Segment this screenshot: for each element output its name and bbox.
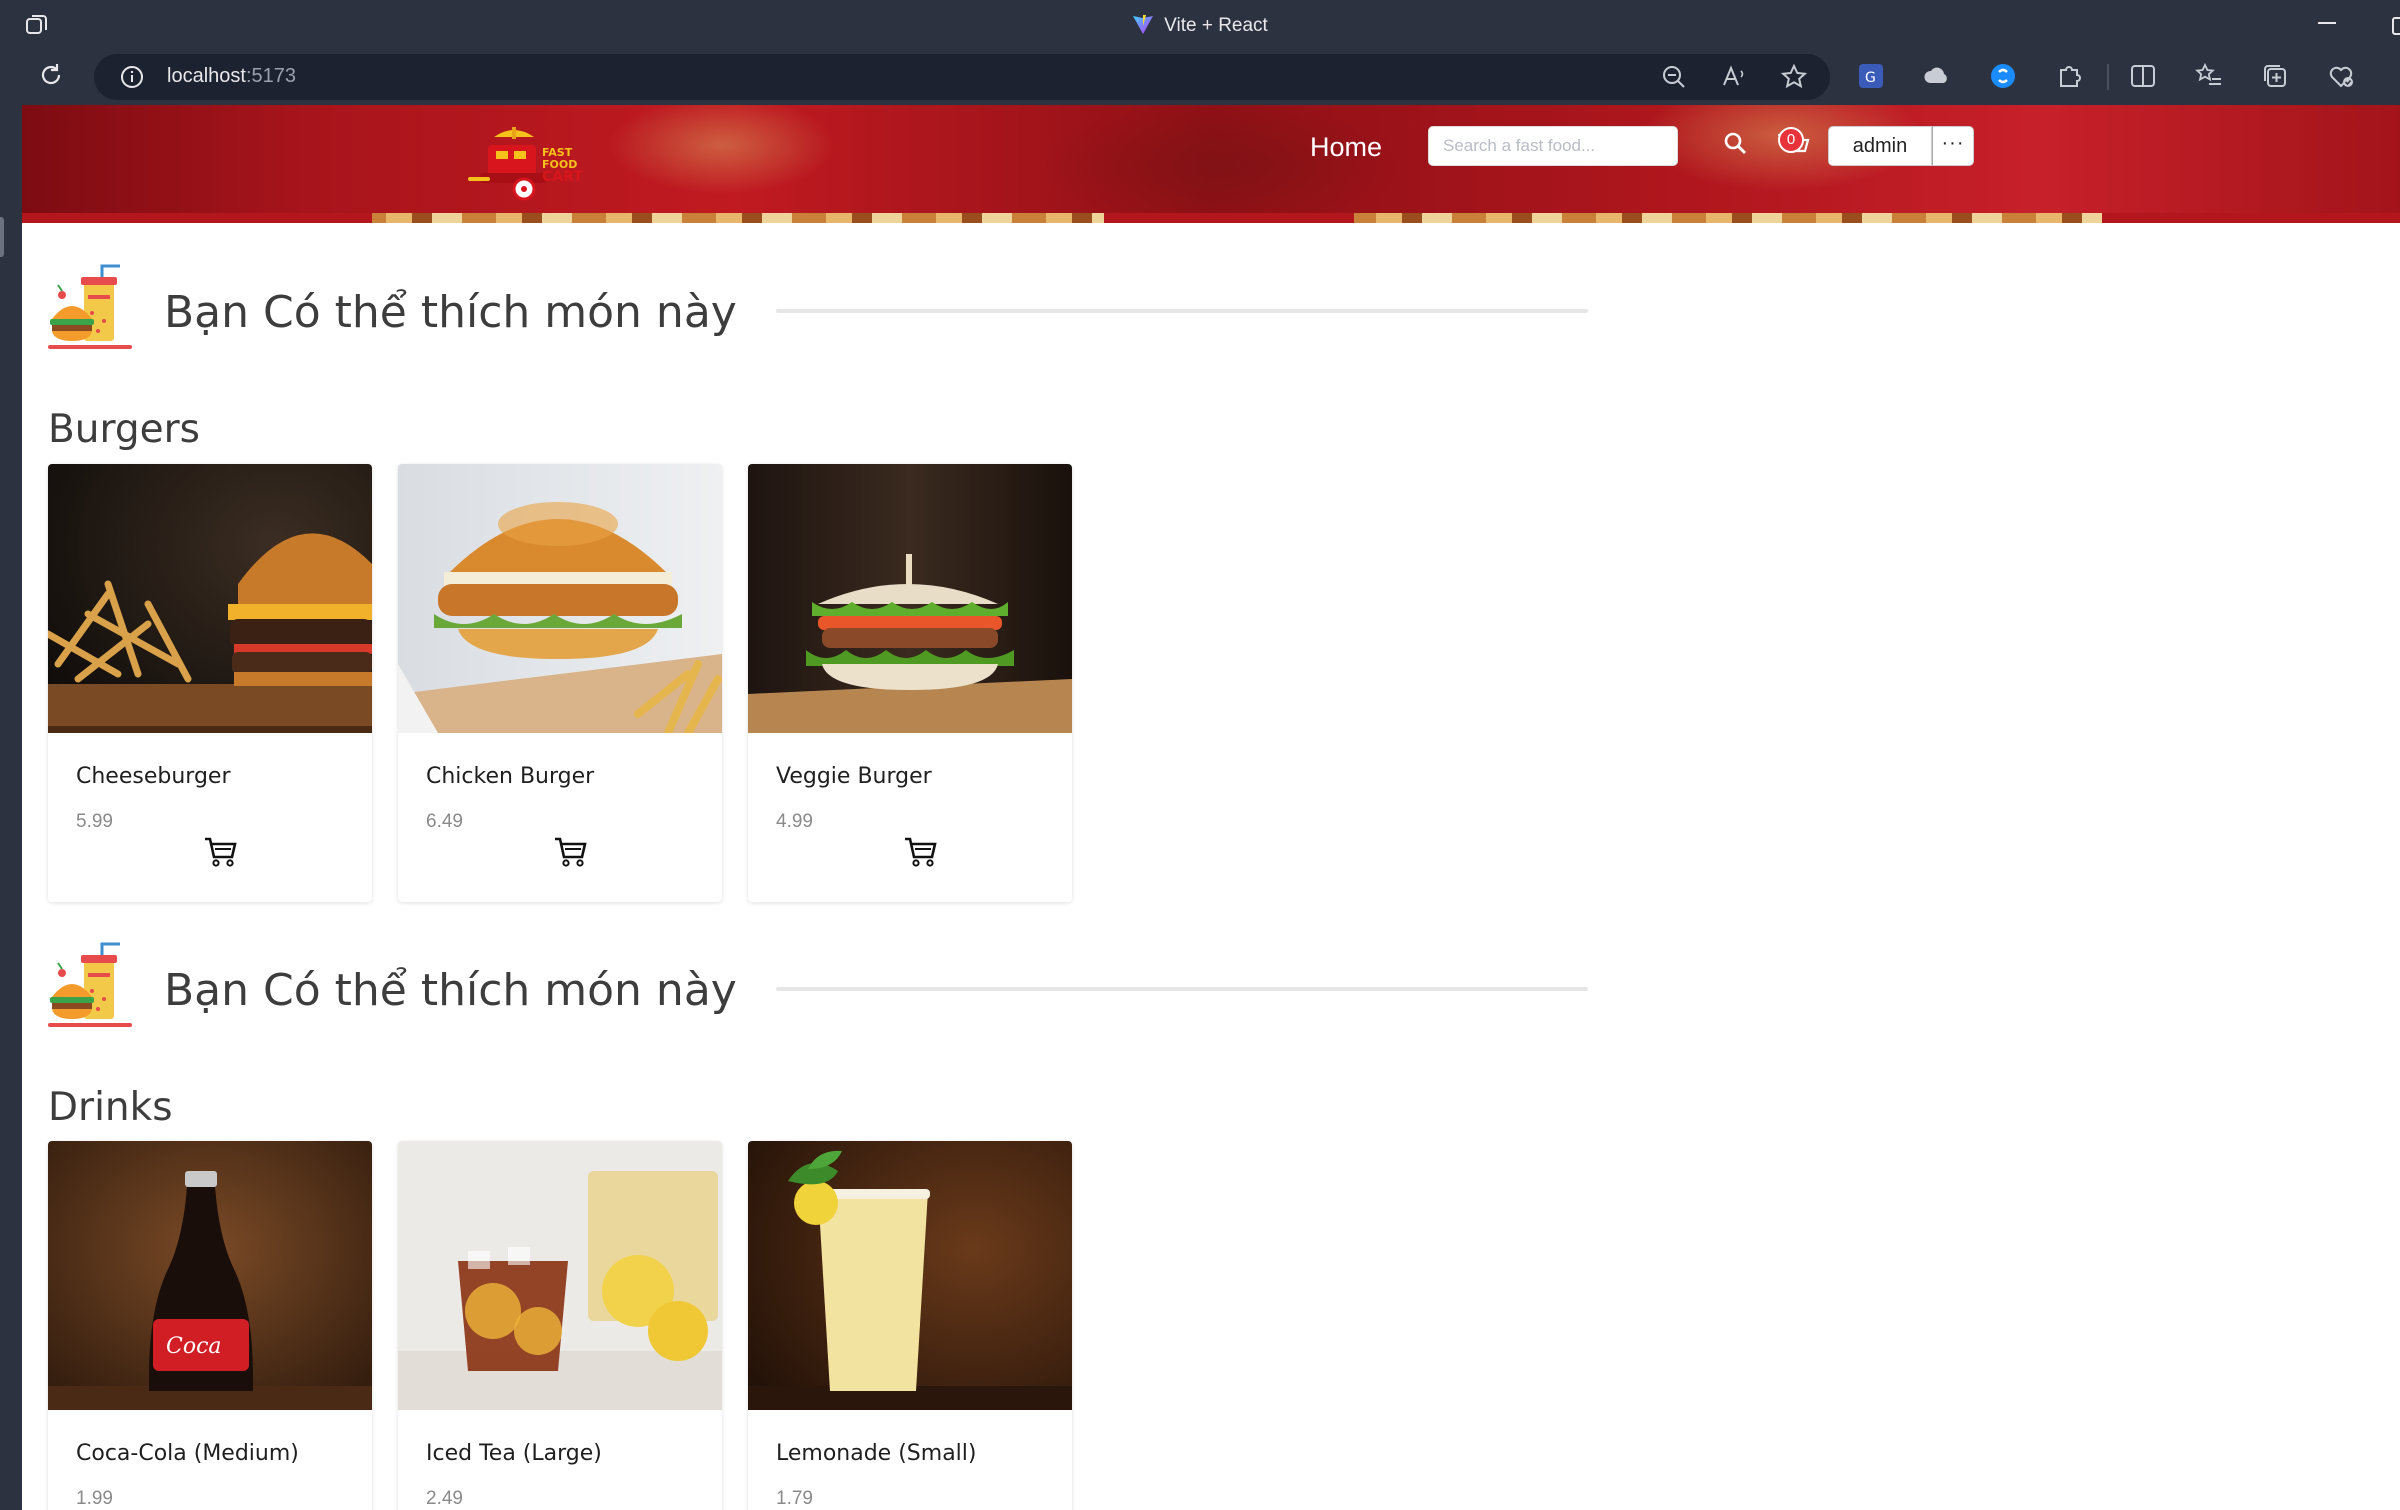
tab-title: Vite + React [1164,15,1268,36]
product-price: 2.49 [426,1488,463,1509]
product-card[interactable]: Veggie Burger 4.99 [748,464,1072,902]
cloud-extension-icon[interactable] [1922,61,1952,91]
heading-divider [776,309,1588,313]
translate-extension-icon[interactable]: G [1856,61,1886,91]
product-name: Veggie Burger [776,764,932,789]
url-bar[interactable]: localhost:5173 [94,54,1830,100]
burger-drink-icon [48,942,132,1027]
product-name: Coca-Cola (Medium) [76,1441,299,1466]
product-price: 1.79 [776,1488,813,1509]
svg-text:Coca: Coca [166,1334,222,1359]
user-button[interactable]: admin [1828,126,1932,166]
toolbar-separator [2107,64,2109,90]
site-info-icon[interactable] [120,65,144,89]
logo-text-cart: CART [542,169,583,185]
product-name: Chicken Burger [426,764,595,789]
search-box[interactable] [1428,126,1687,166]
recommend-heading: Bạn Có thể thích món này [48,263,1588,363]
minimize-button[interactable] [2318,22,2336,24]
product-price: 4.99 [776,811,813,832]
url-host: localhost [167,65,246,87]
browser-health-icon[interactable] [2326,61,2356,91]
extensions-puzzle-icon[interactable] [2054,61,2084,91]
product-name: Lemonade (Small) [776,1441,977,1466]
add-to-cart-icon[interactable] [203,834,239,870]
recommend-heading: Bạn Có thể thích món này [48,941,1588,1041]
more-options-button[interactable]: ··· [1932,126,1974,166]
product-card[interactable]: Iced Tea (Large) 2.49 [398,1141,722,1510]
product-card[interactable]: Lemonade (Small) 1.79 [748,1141,1072,1510]
header-banner: FAST FOOD CART Home 0 admin ··· [22,105,2400,223]
strip-gap [1104,213,1354,223]
favorite-star-icon[interactable] [1780,63,1808,91]
strip-gap [2102,213,2400,223]
address-bar-row: localhost:5173 G [0,50,2400,105]
product-name: Iced Tea (Large) [426,1441,602,1466]
vite-logo-icon [1133,15,1154,34]
add-to-cart-icon[interactable] [903,834,939,870]
product-name: Cheeseburger [76,764,231,789]
strip-gap [22,213,372,223]
category-title-drinks: Drinks [48,1085,173,1130]
recommend-title: Bạn Có thể thích món này [164,287,737,338]
product-card[interactable]: Cheeseburger 5.99 [48,464,372,902]
split-screen-icon[interactable] [2128,61,2158,91]
window-title: Vite + React [0,13,2400,37]
lemonade-photo [748,1141,1072,1410]
url-port: :5173 [245,65,296,87]
category-title-burgers: Burgers [48,407,200,452]
reload-icon[interactable] [36,60,66,90]
heading-divider [776,987,1588,991]
collections-icon[interactable] [2260,61,2290,91]
product-card[interactable]: Coca Coca-Cola (Medium) 1.99 [48,1141,372,1510]
sidebar-edge [0,105,22,1510]
zoom-out-icon[interactable] [1660,63,1688,91]
search-icon[interactable] [1722,130,1750,158]
product-price: 5.99 [76,811,113,832]
cheeseburger-photo [48,464,372,733]
burger-drink-icon [48,264,132,349]
add-to-cart-icon[interactable] [553,834,589,870]
nav-home-link[interactable]: Home [1310,132,1382,163]
coca-cola-photo: Coca [48,1141,372,1410]
read-aloud-icon[interactable] [1720,63,1748,91]
product-price: 1.99 [76,1488,113,1509]
browser-title-bar: Vite + React [0,0,2400,50]
user-menu: admin ··· [1828,126,1974,166]
cart-count-badge[interactable]: 0 [1778,127,1804,153]
recommend-title: Bạn Có thể thích món này [164,965,737,1016]
favorites-list-icon[interactable] [2194,61,2224,91]
page-viewport: FAST FOOD CART Home 0 admin ··· [22,105,2400,1510]
site-logo[interactable]: FAST FOOD CART [462,119,622,203]
url-text[interactable]: localhost:5173 [167,65,296,88]
shazam-extension-icon[interactable] [1988,61,2018,91]
iced-tea-photo [398,1141,722,1410]
search-input[interactable] [1429,127,1687,165]
svg-text:G: G [1865,70,1876,86]
product-card[interactable]: Chicken Burger 6.49 [398,464,722,902]
veggie-burger-photo [748,464,1072,733]
chicken-burger-photo [398,464,722,733]
product-price: 6.49 [426,811,463,832]
vertical-tab-handle[interactable] [0,217,4,257]
maximize-button[interactable] [2392,17,2400,35]
